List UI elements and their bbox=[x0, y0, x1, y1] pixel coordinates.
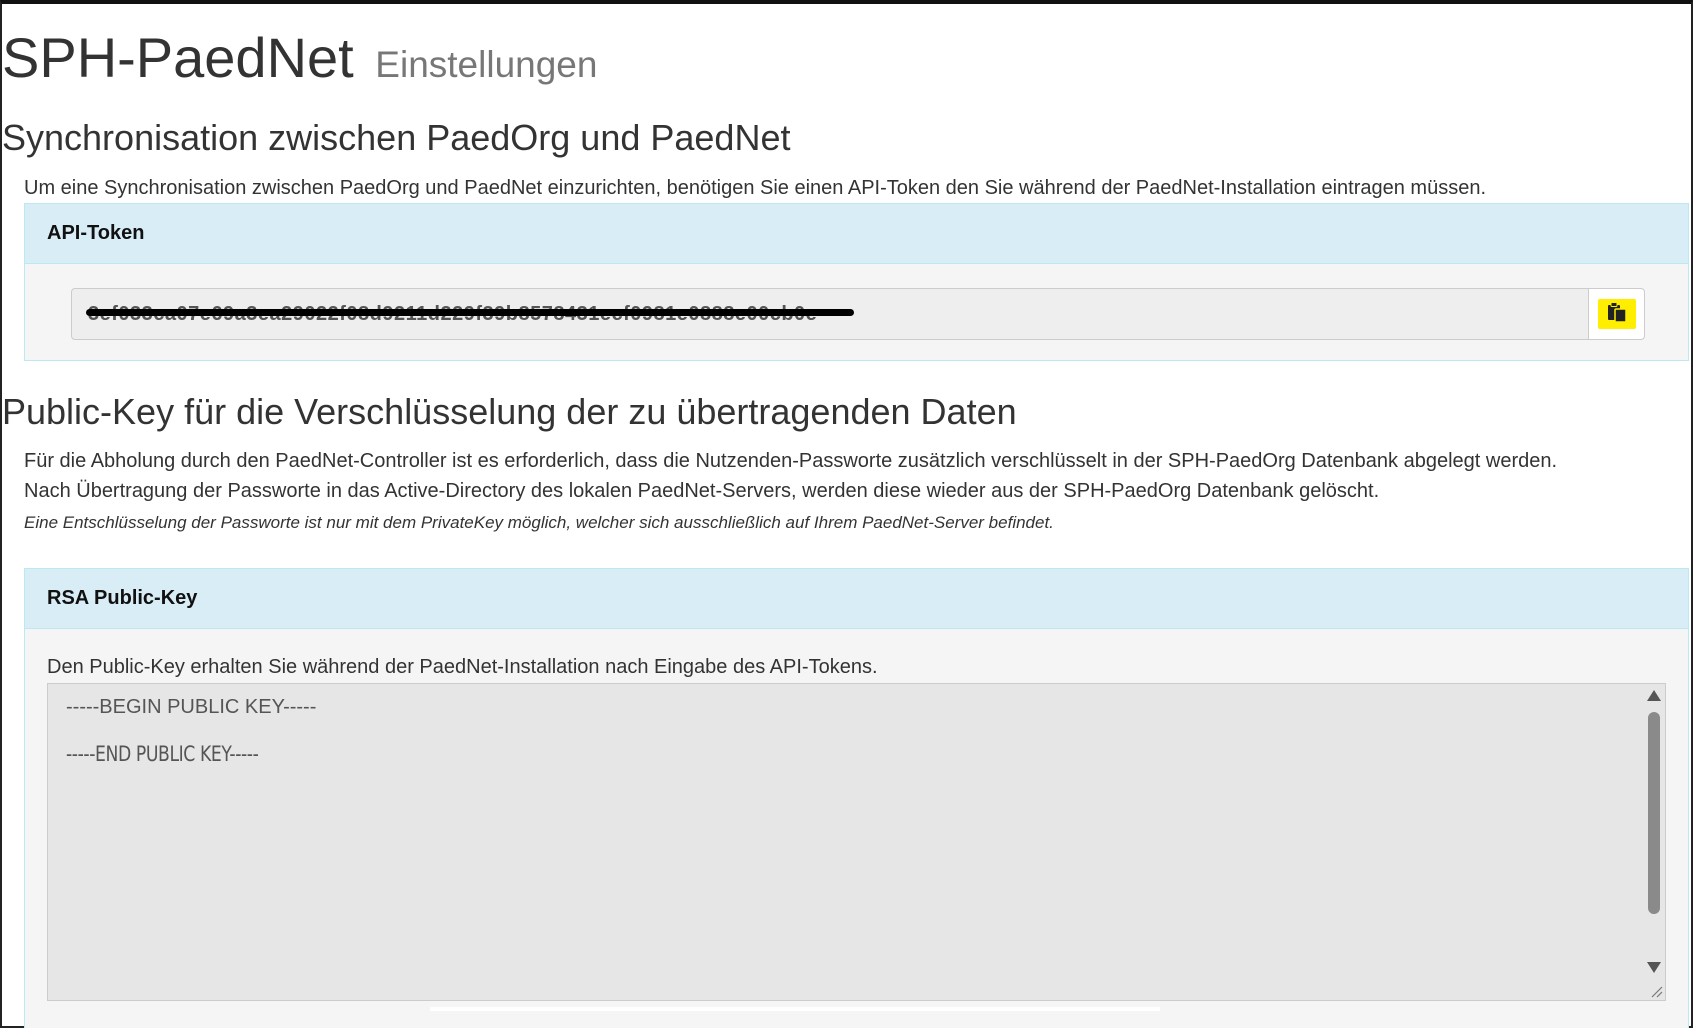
rsa-panel-desc: Den Public-Key erhalten Sie während der … bbox=[47, 656, 878, 678]
bottom-strip bbox=[430, 1007, 1160, 1011]
scroll-up-arrow-icon[interactable] bbox=[1647, 690, 1661, 701]
page-title-text: SPH-PaedNet bbox=[2, 26, 354, 89]
clipboard-icon bbox=[1606, 301, 1628, 328]
sync-section-heading: Synchronisation zwischen PaedOrg und Pae… bbox=[2, 117, 791, 158]
redaction-line bbox=[86, 309, 854, 316]
public-key-desc-line-2: Nach Übertragung der Passworte in das Ac… bbox=[24, 480, 1380, 502]
api-token-input-group: 3ef033ca07e69a3ea29022f08d9211d229f39b85… bbox=[71, 288, 1645, 340]
private-key-note: Eine Entschlüsselung der Passworte ist n… bbox=[24, 513, 1054, 532]
key-end-line: -----END PUBLIC KEY----- bbox=[66, 742, 259, 766]
api-token-panel: API-Token 3ef033ca07e69a3ea29022f08d9211… bbox=[24, 203, 1689, 361]
scroll-down-arrow-icon[interactable] bbox=[1647, 962, 1661, 973]
page-subtitle: Einstellungen bbox=[375, 44, 598, 85]
copy-token-button[interactable] bbox=[1588, 288, 1645, 340]
textarea-scrollbar[interactable] bbox=[1643, 684, 1665, 1000]
resize-grip-icon[interactable] bbox=[1649, 984, 1663, 998]
rsa-public-key-panel: RSA Public-Key Den Public-Key erhalten S… bbox=[24, 568, 1689, 1028]
page-title: SPH-PaedNet Einstellungen bbox=[2, 24, 597, 99]
rsa-panel-heading: RSA Public-Key bbox=[25, 569, 1688, 629]
public-key-textarea[interactable]: -----BEGIN PUBLIC KEY----- -----END PUBL… bbox=[47, 683, 1666, 1001]
public-key-section-heading: Public-Key für die Verschlüsselung der z… bbox=[2, 391, 1017, 432]
api-token-field[interactable]: 3ef033ca07e69a3ea29022f08d9211d229f39b85… bbox=[71, 288, 1588, 340]
copy-button-highlight bbox=[1597, 299, 1636, 329]
sync-intro-text: Um eine Synchronisation zwischen PaedOrg… bbox=[24, 177, 1487, 199]
public-key-desc-line-1: Für die Abholung durch den PaedNet-Contr… bbox=[24, 450, 1558, 472]
scrollbar-thumb[interactable] bbox=[1648, 712, 1660, 914]
key-begin-line: -----BEGIN PUBLIC KEY----- bbox=[66, 696, 317, 718]
api-token-panel-heading: API-Token bbox=[25, 204, 1688, 264]
